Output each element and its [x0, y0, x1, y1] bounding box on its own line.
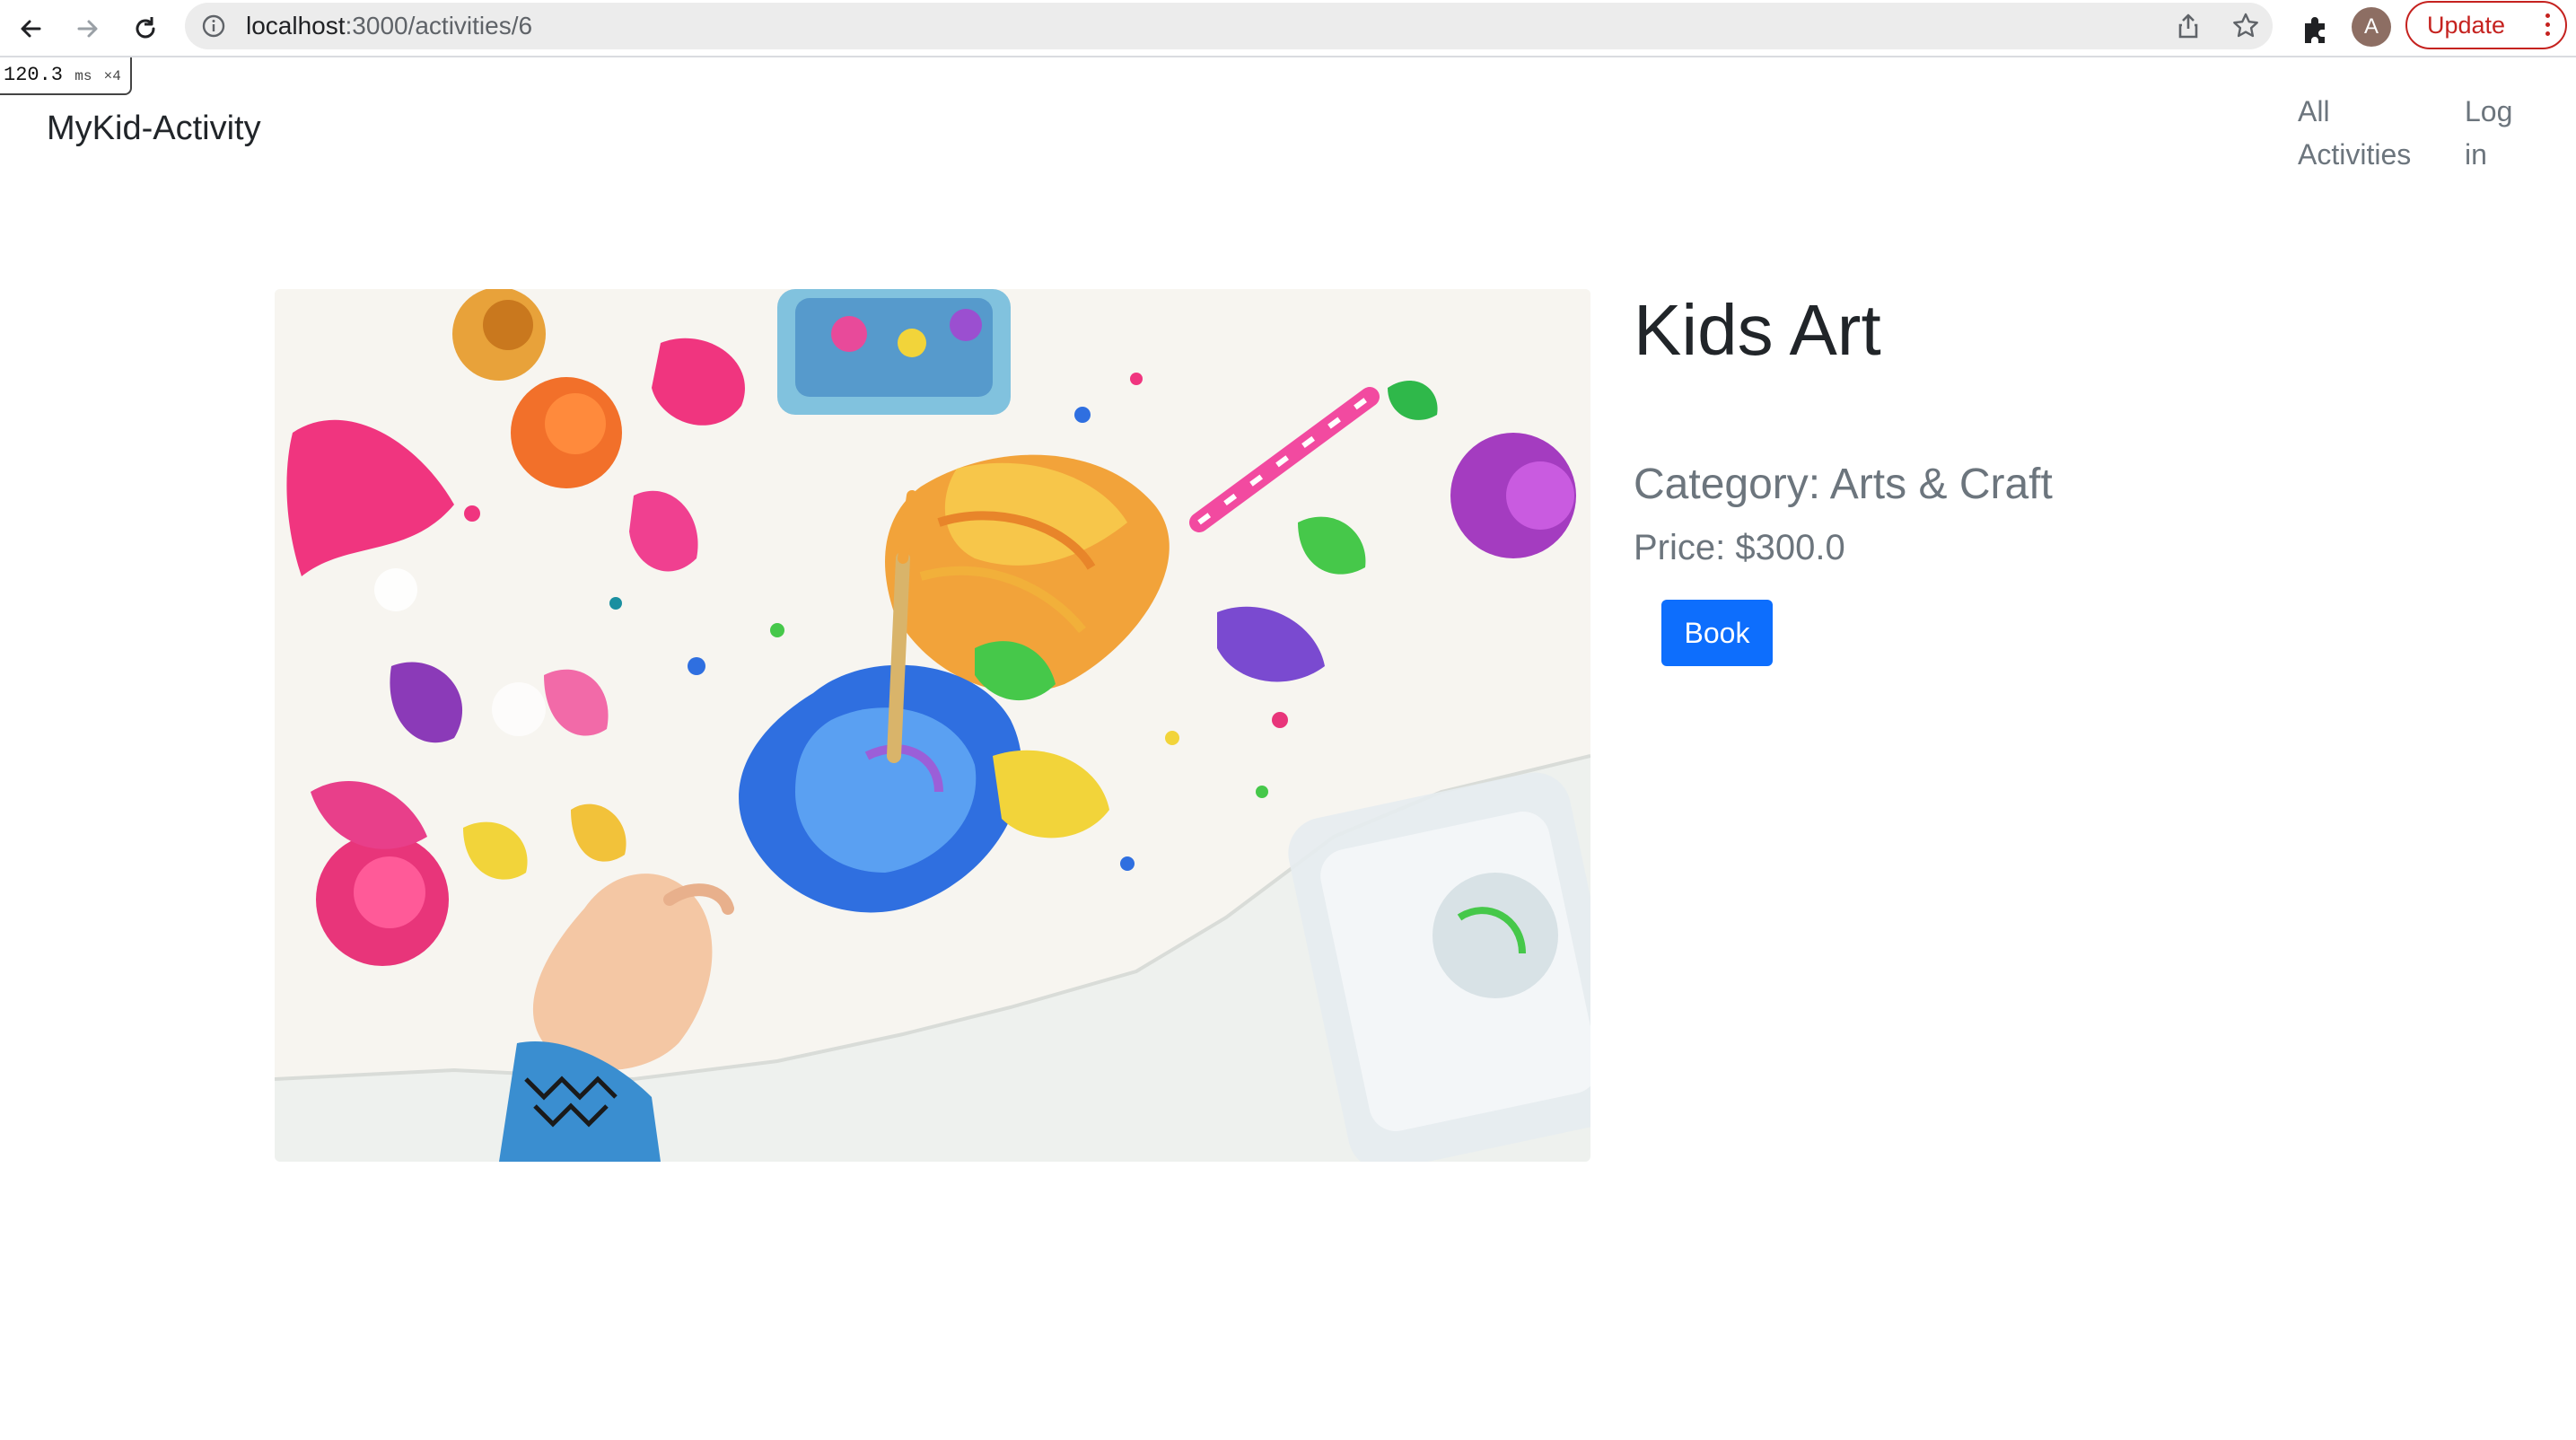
nav-link-all-activities[interactable]: All Activities — [2298, 90, 2441, 176]
activity-title: Kids Art — [1634, 290, 1881, 370]
activity-image — [275, 289, 1590, 1162]
nav-link-line: Activities — [2298, 138, 2412, 171]
bookmark-star-icon[interactable] — [2231, 12, 2260, 40]
share-icon[interactable] — [2174, 12, 2203, 40]
extensions-puzzle-icon[interactable] — [2298, 11, 2334, 47]
forward-arrow-icon[interactable] — [68, 9, 108, 48]
profile-avatar[interactable]: A — [2352, 7, 2391, 47]
perf-unit: ms — [74, 68, 92, 84]
activity-category: Category: Arts & Craft — [1634, 461, 2053, 508]
performance-badge: 120.3 ms ×4 — [0, 57, 132, 95]
perf-time: 120.3 — [4, 64, 64, 86]
activity-price: Price: $300.0 — [1634, 528, 1845, 567]
update-label: Update — [2427, 12, 2506, 39]
back-arrow-icon[interactable] — [11, 9, 50, 48]
nav-link-line: in — [2465, 138, 2487, 171]
site-info-icon[interactable] — [201, 13, 226, 39]
more-menu-icon — [2545, 13, 2551, 37]
browser-toolbar: localhost:3000/activities/6 A Update — [0, 0, 2576, 57]
nav-link-line: All — [2298, 95, 2330, 127]
address-bar[interactable]: localhost:3000/activities/6 — [185, 3, 2273, 49]
book-button[interactable]: Book — [1661, 600, 1773, 666]
nav-link-log-in[interactable]: Log in — [2465, 90, 2554, 176]
url-path: :3000/activities/6 — [345, 12, 533, 40]
reload-icon[interactable] — [126, 9, 165, 48]
brand-link[interactable]: MyKid-Activity — [47, 110, 261, 148]
perf-multiplier: ×4 — [103, 68, 121, 84]
url-text[interactable]: localhost:3000/activities/6 — [246, 3, 532, 49]
url-host: localhost — [246, 12, 346, 40]
browser-update-button[interactable]: Update — [2405, 1, 2567, 49]
nav-link-line: Log — [2465, 95, 2513, 127]
